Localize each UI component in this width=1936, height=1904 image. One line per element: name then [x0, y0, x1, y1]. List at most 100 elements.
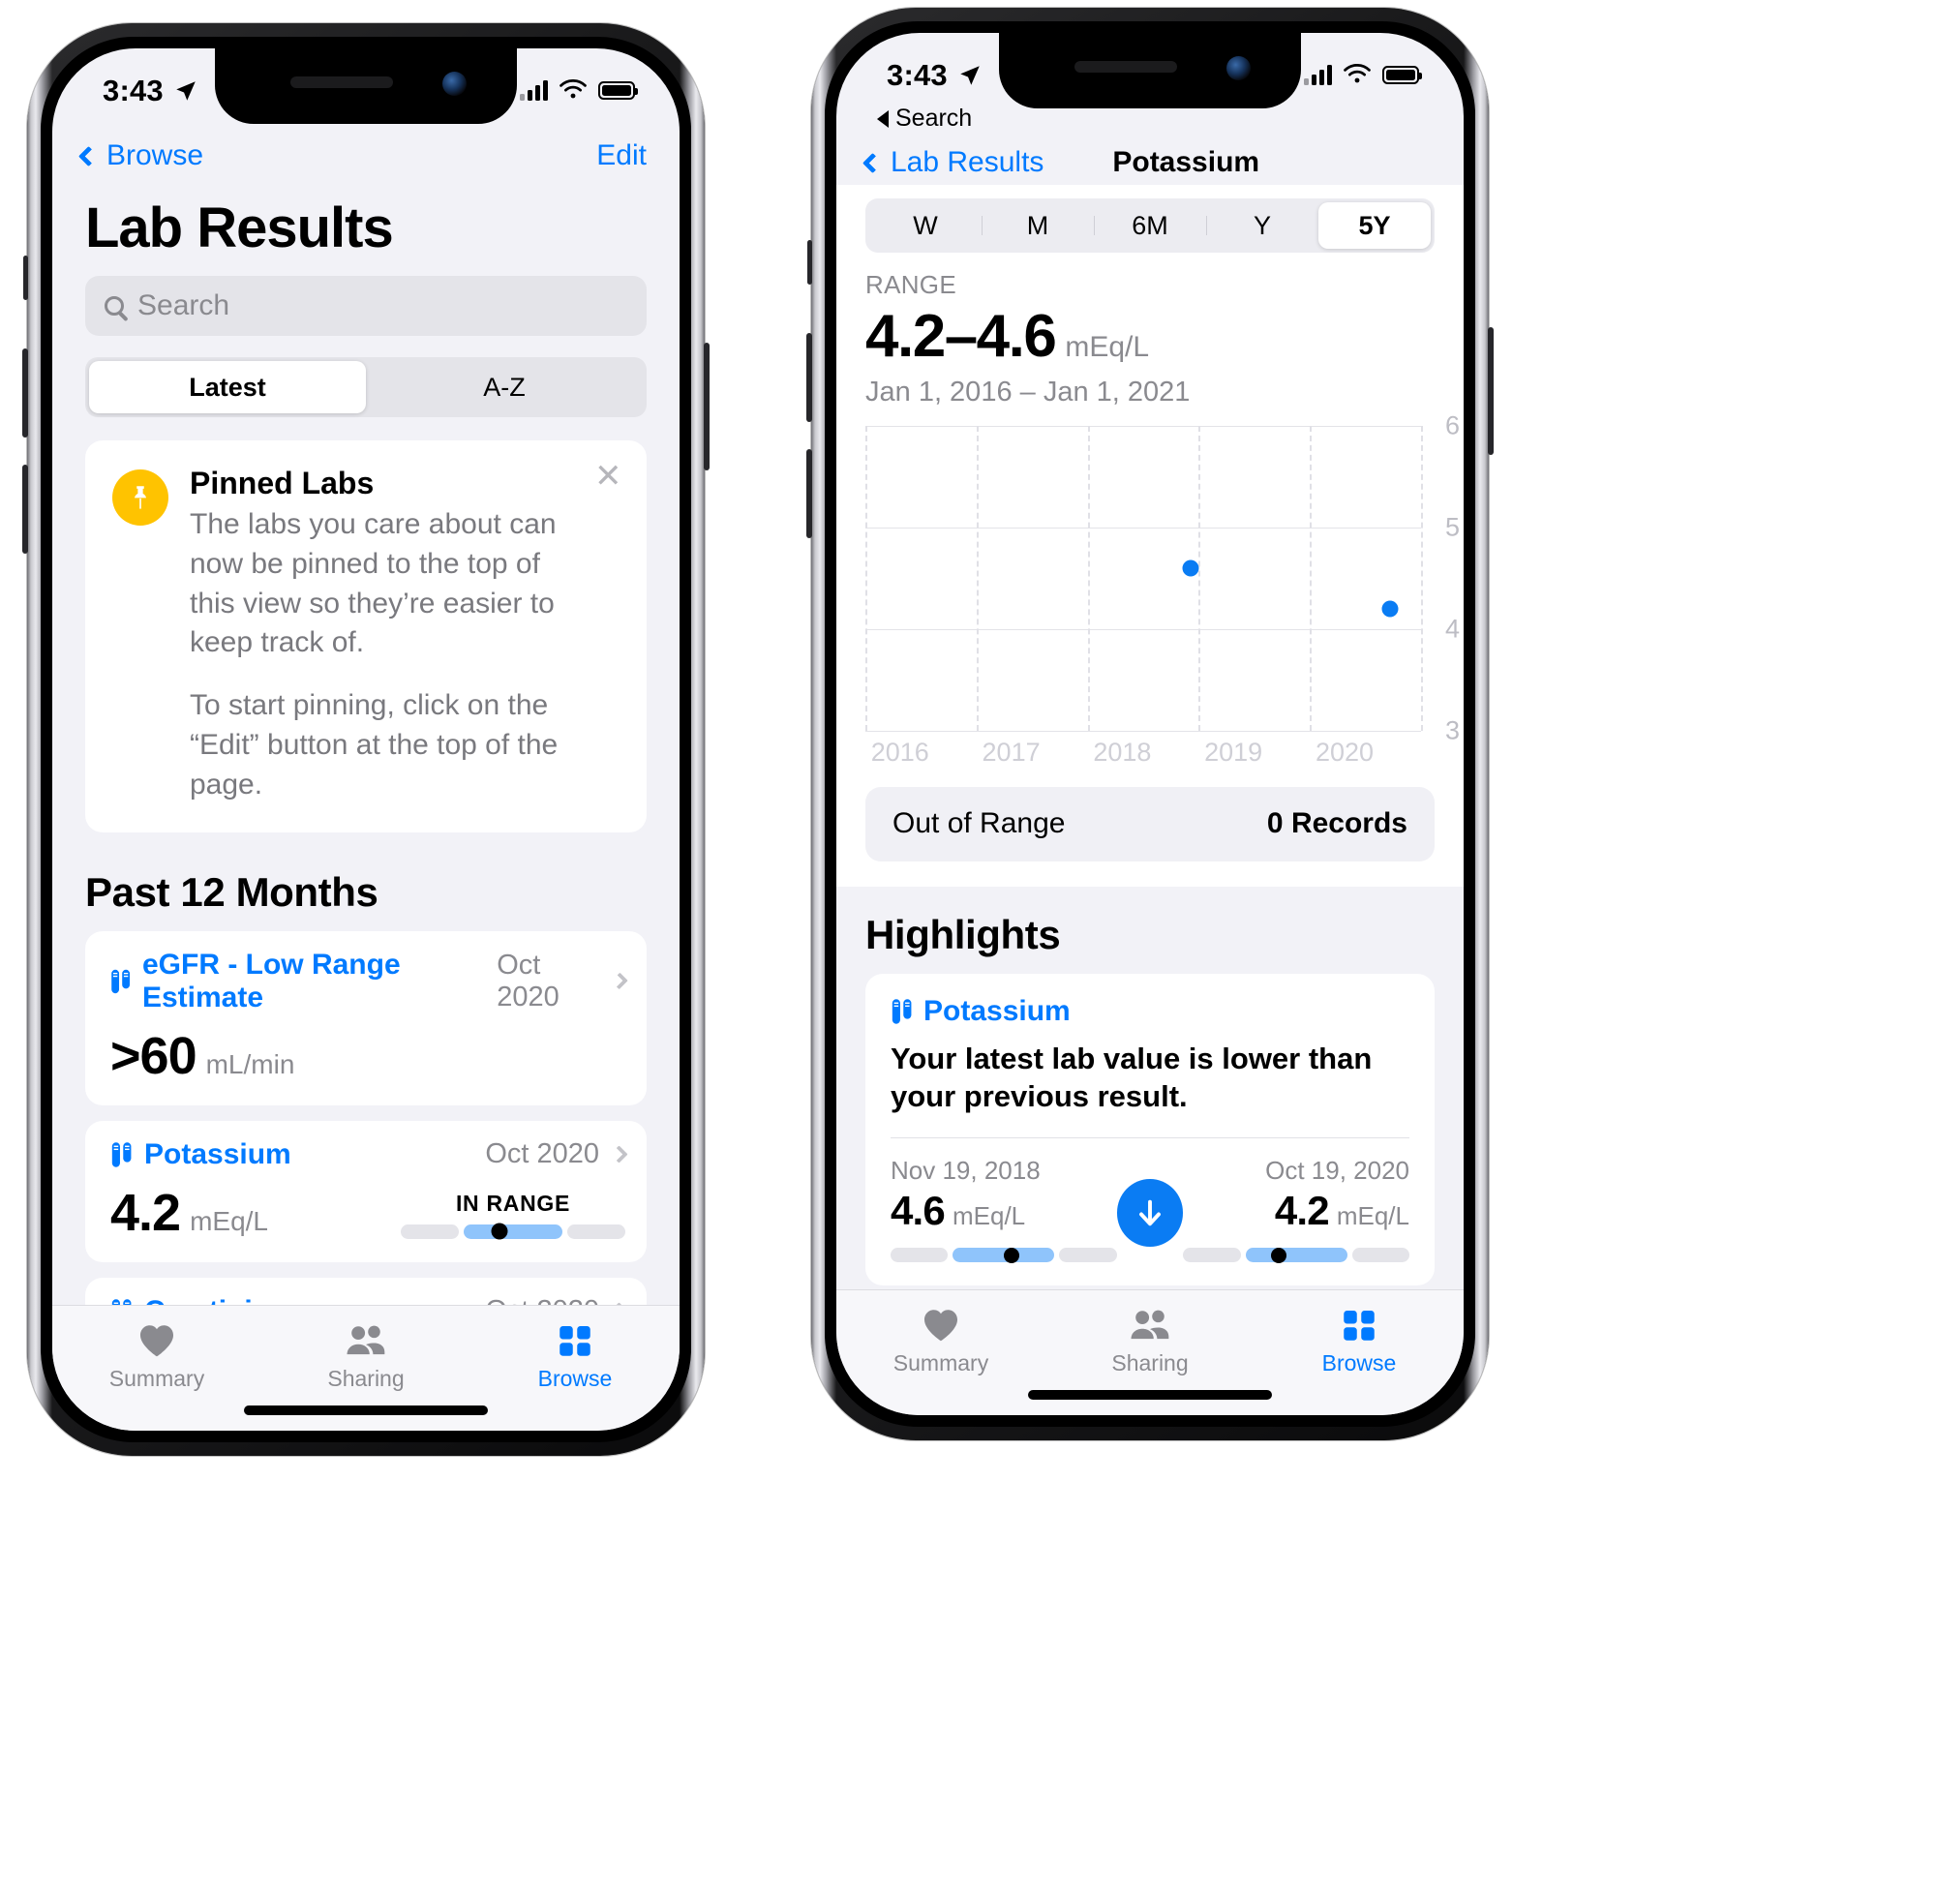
chevron-left-icon — [862, 152, 884, 173]
grid-icon — [560, 1326, 590, 1356]
highlights-section: Highlights Potassium Your latest lab val… — [836, 886, 1464, 1289]
power-button[interactable] — [1488, 327, 1494, 455]
range-in-segment — [464, 1223, 562, 1240]
tab-summary[interactable]: Summary — [52, 1323, 261, 1392]
time-range-m[interactable]: M — [982, 202, 1094, 249]
time-range-w[interactable]: W — [869, 202, 982, 249]
location-arrow-icon — [176, 81, 196, 101]
lab-card[interactable]: Potassium Oct 2020 4.2 mEq/L IN RANGE — [85, 1120, 647, 1262]
gridline-x-2020 — [1310, 426, 1313, 731]
lab-card[interactable]: Creatinine Oct 2020 0.64 mg/d — [85, 1277, 647, 1305]
time-range-5y[interactable]: 5Y — [1318, 202, 1431, 250]
back-to-search-button[interactable]: Search — [836, 105, 1464, 133]
phone-bezel: 3:43 — [41, 37, 691, 1442]
x-tick-label: 2020 — [1315, 737, 1375, 767]
volume-up-button[interactable] — [806, 333, 812, 422]
lab-card[interactable]: eGFR - Low Range Estimate Oct 2020 >60 m… — [85, 930, 647, 1105]
gridline-x-2019 — [1198, 426, 1201, 731]
tab-label: Browse — [537, 1366, 613, 1391]
silent-switch[interactable] — [23, 256, 28, 300]
trend-badge — [1116, 1179, 1184, 1248]
home-indicator[interactable] — [1028, 1390, 1272, 1400]
tab-summary[interactable]: Summary — [836, 1308, 1045, 1376]
lab-card-header: Potassium Oct 2020 — [110, 1138, 628, 1171]
range-value-unit: mEq/L — [1065, 331, 1150, 364]
sort-segmented-control[interactable]: Latest A-Z — [85, 357, 647, 417]
pinned-labs-body: Pinned Labs The labs you care about can … — [190, 466, 620, 805]
tab-browse[interactable]: Browse — [1255, 1308, 1464, 1376]
silent-switch[interactable] — [807, 240, 812, 285]
home-indicator[interactable] — [244, 1405, 488, 1415]
status-right — [520, 74, 638, 101]
gridline-x-2018 — [1087, 426, 1090, 731]
chevron-right-icon — [611, 972, 628, 990]
out-of-range-value: 0 Records — [1266, 807, 1407, 840]
power-button[interactable] — [704, 343, 710, 470]
navigation-bar: Lab Results Potassium — [836, 133, 1464, 185]
range-in-segment — [953, 1247, 1055, 1263]
lab-value-number: 4.2 — [110, 1183, 181, 1242]
back-button-label: Lab Results — [891, 146, 1044, 178]
gridline-y-5 — [865, 528, 1421, 529]
range-low-segment — [401, 1224, 460, 1239]
comparison-row: Nov 19, 2018 4.6 mEq/L Oct 19, 2020 4.2 … — [891, 1156, 1409, 1263]
potassium-detail-content: W M 6M Y 5Y RANGE 4.2–4.6 mEq/L Jan 1, 2… — [836, 185, 1464, 1289]
range-marker-dot — [491, 1223, 508, 1240]
chevron-left-icon — [77, 145, 100, 166]
range-low-segment — [1183, 1248, 1241, 1263]
section-title-past-12-months: Past 12 Months — [85, 868, 378, 915]
volume-down-button[interactable] — [806, 449, 812, 538]
tab-sharing[interactable]: Sharing — [261, 1323, 470, 1392]
close-icon[interactable]: ✕ — [594, 460, 622, 493]
range-label: RANGE — [865, 270, 956, 300]
tab-sharing[interactable]: Sharing — [1045, 1308, 1255, 1376]
potassium-chart[interactable]: 6 5 4 3 2016 2017 2018 2019 2020 — [865, 411, 1460, 767]
back-to-browse-button[interactable]: Browse — [77, 139, 203, 172]
highlight-card[interactable]: Potassium Your latest lab value is lower… — [865, 973, 1435, 1286]
page-title: Potassium — [1112, 146, 1260, 178]
lab-card-body: >60 mL/min — [110, 1026, 625, 1086]
phone-right: 3:43 Search Lab Results Potassium W M 6M… — [806, 8, 1494, 1440]
status-bar: 3:43 — [836, 33, 1464, 108]
people-icon — [1131, 1310, 1169, 1340]
lab-value-unit: mEq/L — [190, 1205, 269, 1236]
comparison-value-number: 4.2 — [1274, 1188, 1330, 1234]
lab-name-label: Creatinine — [144, 1295, 287, 1305]
cellular-signal-icon — [520, 79, 548, 101]
volume-up-button[interactable] — [22, 348, 28, 438]
comparison-previous: Nov 19, 2018 4.6 mEq/L — [891, 1156, 1117, 1263]
segment-a-z[interactable]: A-Z — [366, 361, 643, 413]
grid-icon — [1344, 1311, 1375, 1341]
range-high-segment — [1059, 1248, 1117, 1263]
segment-latest[interactable]: Latest — [89, 361, 366, 413]
search-input[interactable]: Search — [85, 276, 647, 336]
data-point[interactable] — [1381, 600, 1399, 618]
comparison-value: 4.2 mEq/L — [1183, 1188, 1409, 1234]
time-range-6m[interactable]: 6M — [1094, 202, 1206, 249]
lab-date: Oct 2020 — [497, 949, 560, 1012]
time-range-segmented-control[interactable]: W M 6M Y 5Y — [865, 198, 1435, 254]
screenshot-root: 3:43 Browse Edit Lab Results Search Late… — [0, 0, 1936, 1904]
pinned-labs-card: Pinned Labs The labs you care about can … — [85, 440, 647, 832]
x-tick-label: 2017 — [982, 737, 1041, 767]
lab-meta: Oct 2020 — [485, 1295, 628, 1305]
lab-meta: Oct 2020 — [485, 1138, 628, 1170]
status-left: 3:43 — [103, 74, 198, 108]
pinned-labs-paragraph-1: The labs you care about can now be pinne… — [190, 508, 557, 659]
back-to-search-label: Search — [895, 105, 973, 132]
data-point[interactable] — [1182, 559, 1199, 577]
lab-meta: Oct 2020 — [497, 949, 628, 1013]
lab-name: Creatinine — [110, 1295, 287, 1305]
back-to-lab-results-button[interactable]: Lab Results — [862, 146, 1044, 179]
gridline-x-2021 — [1421, 426, 1423, 731]
tab-browse[interactable]: Browse — [470, 1323, 680, 1392]
status-time: 3:43 — [887, 58, 948, 92]
tab-label: Browse — [1321, 1350, 1397, 1375]
volume-down-button[interactable] — [22, 465, 28, 554]
lab-card-header: Creatinine Oct 2020 — [110, 1295, 628, 1305]
lab-value: >60 mL/min — [110, 1026, 294, 1086]
edit-button[interactable]: Edit — [596, 139, 647, 172]
time-range-y[interactable]: Y — [1206, 202, 1318, 249]
out-of-range-row[interactable]: Out of Range 0 Records — [865, 786, 1435, 861]
range-in-segment — [1245, 1247, 1347, 1263]
